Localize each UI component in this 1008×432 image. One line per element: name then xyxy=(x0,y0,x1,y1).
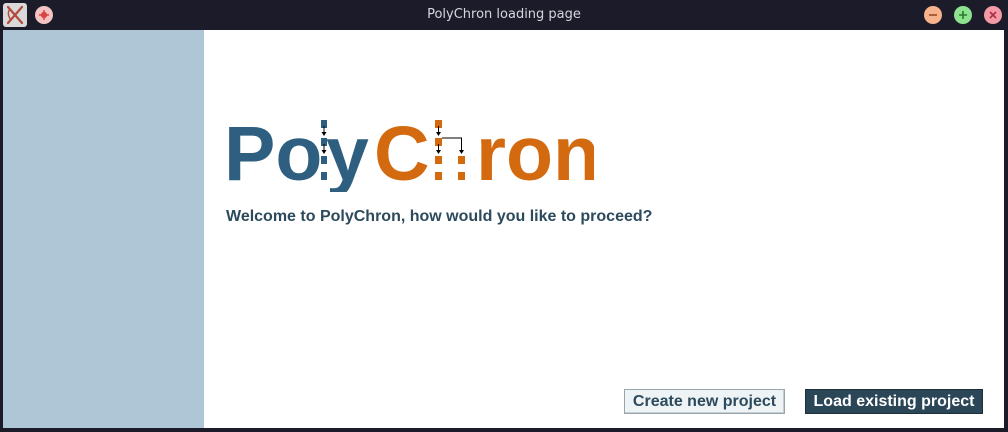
welcome-message: Welcome to PolyChron, how would you like… xyxy=(226,208,653,225)
minimize-icon[interactable] xyxy=(924,6,942,24)
application-window: PolyChron loading page Po y C ron Welcom… xyxy=(0,0,1008,432)
maximize-icon[interactable] xyxy=(954,6,972,24)
polychron-logo: Po y C ron xyxy=(224,111,600,197)
create-new-project-button[interactable]: Create new project xyxy=(624,389,785,414)
logo-text-y: y xyxy=(326,112,369,192)
logo-text-po: Po xyxy=(224,112,322,192)
sidebar-panel xyxy=(3,30,204,428)
logo-text-ron: ron xyxy=(476,112,594,192)
logo-text-c: C xyxy=(374,112,430,192)
window-title: PolyChron loading page xyxy=(427,7,581,22)
content-area: Po y C ron Welcome to PolyChron, how wou… xyxy=(3,30,1004,428)
load-existing-project-button[interactable]: Load existing project xyxy=(805,389,983,414)
title-bar[interactable]: PolyChron loading page xyxy=(0,0,1008,30)
close-icon[interactable] xyxy=(984,6,1002,24)
logo-h-graph-icon xyxy=(435,120,465,180)
